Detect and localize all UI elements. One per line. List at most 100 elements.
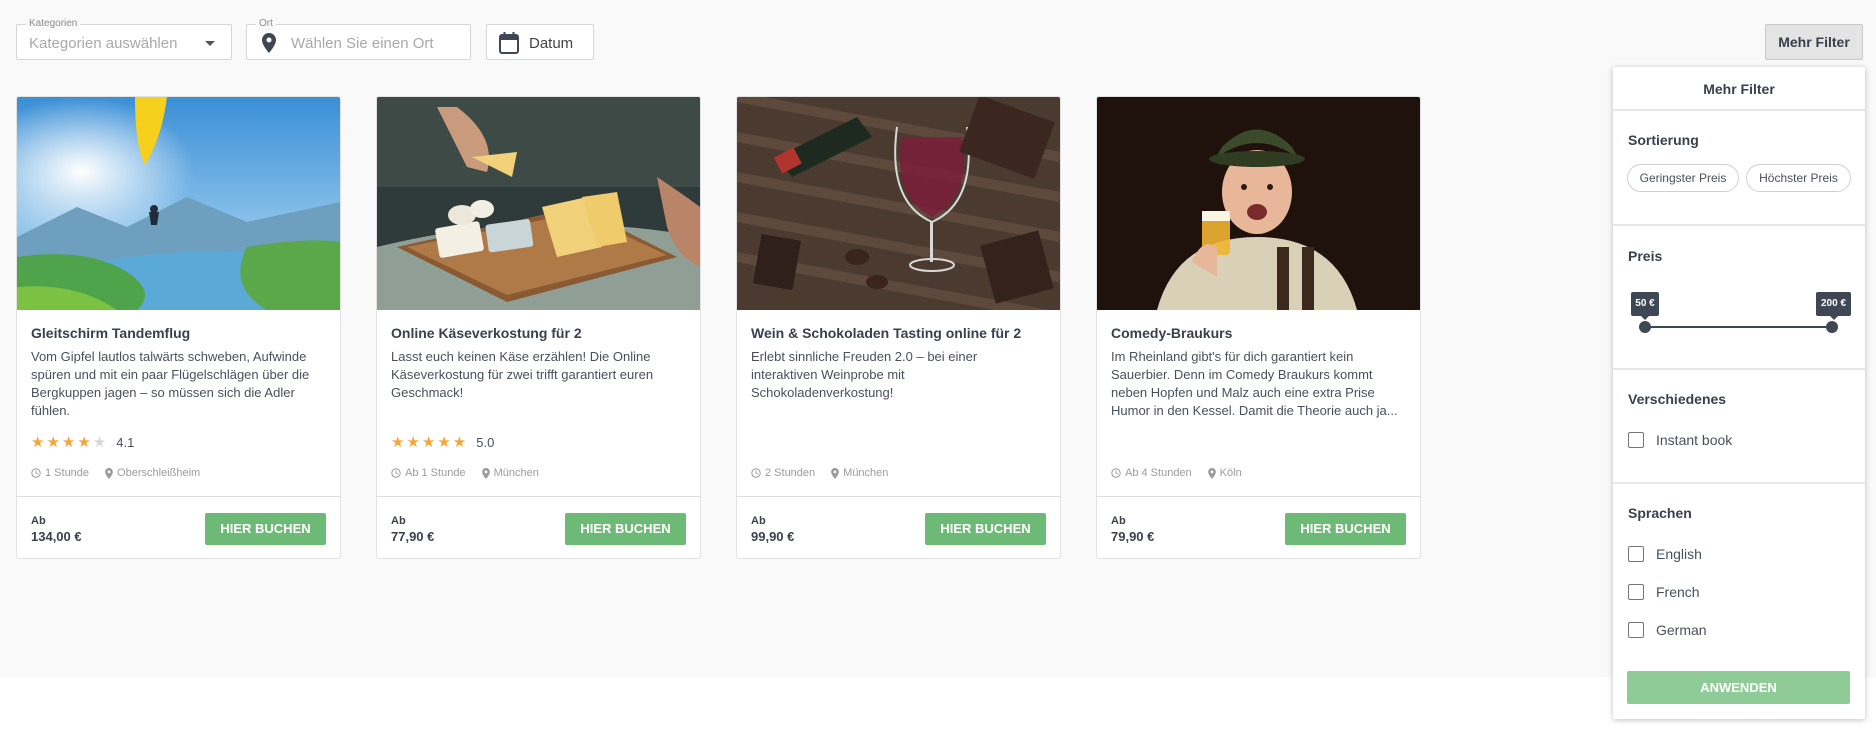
card-duration: 1 Stunde — [45, 467, 90, 479]
card-description: Im Rheinland gibt's für dich garantiert … — [1111, 349, 1398, 418]
german-checkbox[interactable] — [1628, 622, 1644, 638]
experience-card[interactable]: Online Käseverkostung für 2 Lasst euch k… — [376, 96, 701, 559]
card-location: Oberschleißheim — [117, 467, 201, 479]
price-slider-track[interactable] — [1644, 326, 1831, 328]
kategorien-placeholder: Kategorien auswählen — [29, 35, 178, 52]
language-label: German — [1656, 622, 1707, 638]
card-price: 77,90 € — [391, 529, 435, 544]
divider — [1613, 109, 1865, 111]
card-description: Lasst euch keinen Käse erzählen! Die Onl… — [391, 349, 654, 400]
location-pin-icon — [481, 467, 490, 479]
price-from-label: Ab — [31, 515, 46, 527]
card-price: 134,00 € — [31, 529, 82, 544]
card-duration: 2 Stunden — [765, 467, 816, 479]
datum-label: Datum — [529, 35, 574, 52]
card-rating: ★★★★★ 4.1 — [31, 433, 134, 451]
location-pin-icon — [1207, 467, 1216, 479]
card-location: München — [493, 467, 539, 479]
language-option-german[interactable]: German — [1628, 622, 1707, 638]
clock-icon — [751, 468, 761, 478]
card-location: Köln — [1219, 467, 1242, 479]
book-button[interactable]: HIER BUCHEN — [205, 513, 326, 545]
ort-placeholder: Wählen Sie einen Ort — [291, 35, 434, 52]
price-from-label: Ab — [1111, 515, 1126, 527]
english-checkbox[interactable] — [1628, 546, 1644, 562]
star-rating-icons: ★★★★★ — [31, 434, 109, 451]
card-title[interactable]: Online Käseverkostung für 2 — [391, 325, 582, 341]
language-label: English — [1656, 546, 1702, 562]
kategorien-label: Kategorien — [26, 17, 81, 31]
rating-value: 5.0 — [476, 434, 495, 450]
french-checkbox[interactable] — [1628, 584, 1644, 600]
card-divider — [377, 496, 700, 497]
price-min-handle[interactable] — [1639, 321, 1651, 333]
clock-icon — [1111, 468, 1121, 478]
card-image-cheese[interactable] — [377, 97, 700, 310]
clock-icon — [31, 468, 41, 478]
verschiedenes-heading: Verschiedenes — [1628, 391, 1727, 407]
card-description: Vom Gipfel lautlos talwärts schweben, Au… — [31, 349, 310, 418]
card-divider — [737, 496, 1060, 497]
divider — [1613, 224, 1865, 226]
instant-book-option[interactable]: Instant book — [1628, 432, 1732, 448]
clock-icon — [391, 468, 401, 478]
card-image-comedy-brewing[interactable] — [1097, 97, 1420, 310]
preis-heading: Preis — [1628, 248, 1663, 264]
price-min-tooltip: 50 € — [1631, 292, 1659, 320]
panel-title: Mehr Filter — [1703, 81, 1775, 97]
instant-book-label: Instant book — [1656, 432, 1733, 448]
book-button[interactable]: HIER BUCHEN — [925, 513, 1046, 545]
card-image-wine-chocolate[interactable] — [737, 97, 1060, 310]
experience-card[interactable]: Gleitschirm Tandemflug Vom Gipfel lautlo… — [16, 96, 341, 559]
location-pin-icon — [831, 467, 840, 479]
ort-input[interactable]: Ort Wählen Sie einen Ort — [246, 17, 471, 60]
sort-lowest-price-chip[interactable]: Geringster Preis — [1627, 164, 1739, 192]
experience-card[interactable]: Comedy-Braukurs Im Rheinland gibt's für … — [1096, 96, 1421, 559]
price-max-handle[interactable] — [1826, 321, 1838, 333]
divider — [1613, 368, 1865, 370]
card-price: 79,90 € — [1111, 529, 1155, 544]
divider — [1613, 482, 1865, 484]
card-title[interactable]: Comedy-Braukurs — [1111, 325, 1232, 341]
card-image-paragliding[interactable] — [17, 97, 340, 310]
card-meta: 2 Stunden München — [751, 467, 904, 479]
chevron-down-icon — [205, 41, 215, 46]
language-option-english[interactable]: English — [1628, 546, 1702, 562]
book-button[interactable]: HIER BUCHEN — [565, 513, 686, 545]
card-meta: Ab 1 Stunde München — [391, 467, 555, 479]
mehr-filter-panel: Mehr Filter Sortierung Geringster Preis … — [1613, 67, 1865, 719]
sprachen-heading: Sprachen — [1628, 505, 1692, 521]
card-duration: Ab 4 Stunden — [1125, 467, 1192, 479]
mehr-filter-button[interactable]: Mehr Filter — [1765, 24, 1863, 60]
book-button[interactable]: HIER BUCHEN — [1285, 513, 1406, 545]
card-rating: ★★★★★ 5.0 — [391, 433, 494, 451]
card-title[interactable]: Wein & Schokoladen Tasting online für 2 — [751, 325, 1021, 341]
price-from-label: Ab — [391, 515, 406, 527]
card-duration: Ab 1 Stunde — [405, 467, 466, 479]
location-pin-icon — [105, 467, 113, 479]
language-option-french[interactable]: French — [1628, 584, 1700, 600]
card-divider — [1097, 496, 1420, 497]
rating-value: 4.1 — [116, 434, 135, 450]
card-title[interactable]: Gleitschirm Tandemflug — [31, 325, 190, 341]
card-price: 99,90 € — [751, 529, 795, 544]
price-from-label: Ab — [751, 515, 766, 527]
star-rating-icons: ★★★★★ — [391, 434, 469, 451]
card-location: München — [843, 467, 889, 479]
card-divider — [17, 496, 340, 497]
card-description: Erlebt sinnliche Freuden 2.0 – bei einer… — [751, 349, 978, 400]
sortierung-heading: Sortierung — [1628, 132, 1699, 148]
price-max-tooltip: 200 € — [1816, 292, 1851, 320]
kategorien-select[interactable]: Kategorien Kategorien auswählen — [16, 17, 232, 60]
sort-highest-price-chip[interactable]: Höchster Preis — [1746, 164, 1851, 192]
calendar-icon — [499, 32, 519, 59]
card-meta: 1 Stunde Oberschleißheim — [31, 467, 216, 479]
ort-label: Ort — [256, 17, 276, 31]
card-meta: Ab 4 Stunden Köln — [1111, 467, 1258, 479]
language-label: French — [1656, 584, 1700, 600]
instant-book-checkbox[interactable] — [1628, 432, 1644, 448]
location-pin-icon — [262, 33, 276, 58]
datum-button[interactable]: Datum — [486, 24, 594, 60]
apply-button[interactable]: ANWENDEN — [1627, 671, 1850, 704]
experience-card[interactable]: Wein & Schokoladen Tasting online für 2 … — [736, 96, 1061, 559]
